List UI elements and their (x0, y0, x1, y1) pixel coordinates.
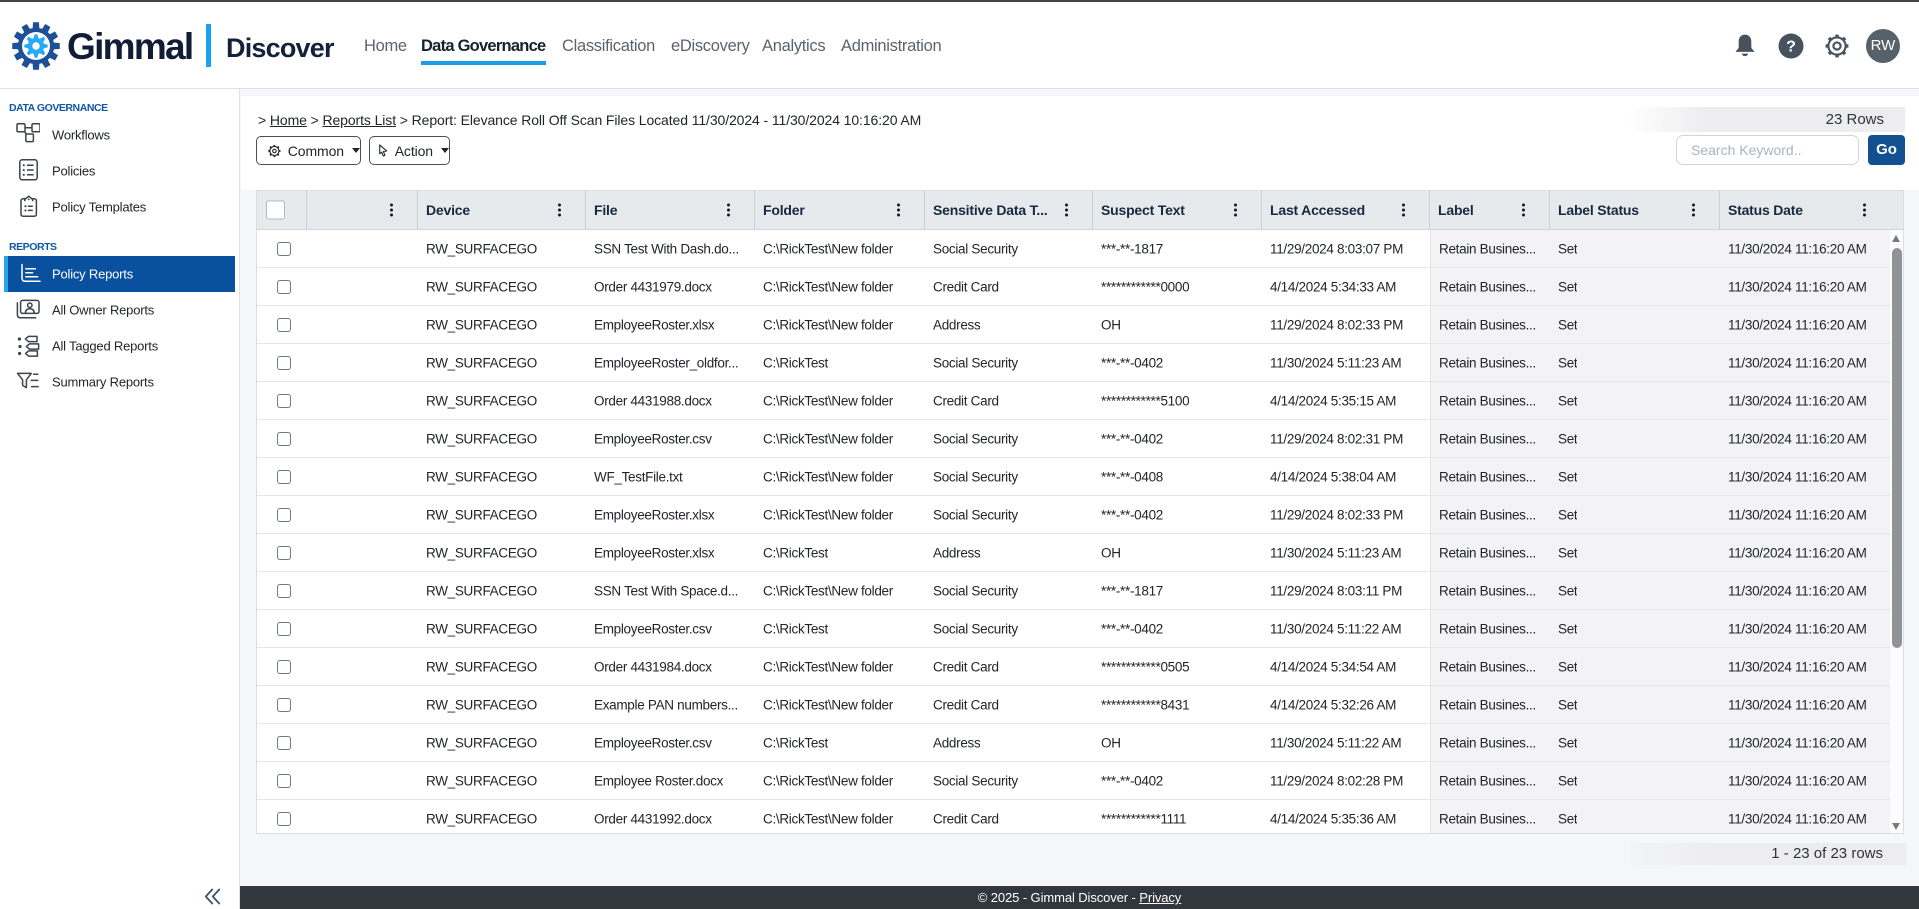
svg-text:?: ? (1786, 38, 1796, 55)
